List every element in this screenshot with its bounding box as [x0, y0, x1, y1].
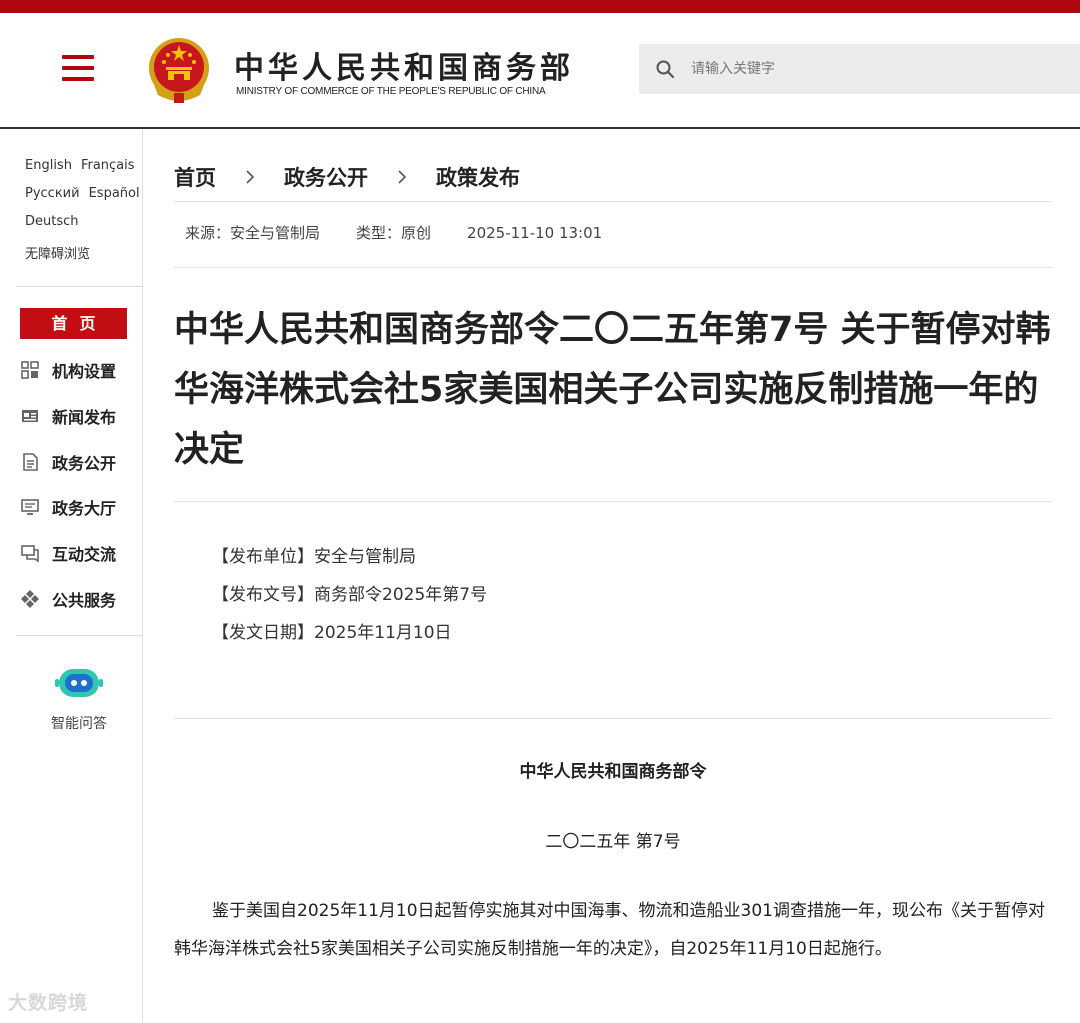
search-icon[interactable] [655, 59, 675, 79]
ai-assistant-label: 智能问答 [51, 716, 107, 732]
newspaper-icon [22, 410, 38, 422]
breadcrumb-policy-release[interactable]: 政策发布 [436, 162, 520, 192]
info-divider [174, 718, 1052, 719]
breadcrumb: 首页 政务公开 政策发布 [174, 162, 520, 192]
meta-type: 类型：原创 [356, 224, 432, 242]
lang-german-link[interactable]: Deutsch [25, 214, 79, 229]
sidebar-item-label: 互动交流 [52, 545, 117, 564]
sidebar-home-button[interactable]: 首页 [20, 308, 127, 339]
service-icon [21, 590, 39, 608]
sidebar-item-label: 机构设置 [52, 362, 117, 381]
national-emblem-icon [149, 38, 209, 103]
language-row-2: Русский Español [25, 186, 149, 201]
chat-icon [21, 545, 39, 563]
site-header: 中华人民共和国商务部 MINISTRY OF COMMERCE OF THE P… [0, 13, 1080, 129]
sidebar: English Français Русский Español Deutsch 无… [0, 130, 143, 1023]
lang-english-link[interactable]: English [25, 158, 72, 173]
meta-divider [174, 267, 1052, 268]
grid-icon [21, 361, 39, 379]
sidebar-item-service-hall[interactable]: 政务大厅 [20, 494, 116, 520]
document-issuer-heading: 中华人民共和国商务部令 [519, 762, 707, 782]
robot-icon [55, 669, 103, 697]
sidebar-item-organization[interactable]: 机构设置 [20, 357, 116, 383]
article-body-paragraph: 鉴于美国自2025年11月10日起暂停实施其对中国海事、物流和造船业301调查措… [174, 901, 1045, 959]
meta-datetime: 2025-11-10 13:01 [467, 224, 603, 242]
top-red-bar [0, 0, 1080, 13]
sidebar-item-news[interactable]: 新闻发布 [20, 403, 116, 429]
main-content: 首页 政务公开 政策发布 来源：安全与管制局 类型：原创 2025-11-10 13… [174, 130, 1052, 1023]
breadcrumb-divider [174, 201, 1052, 202]
document-icon [23, 453, 38, 471]
info-document-number: 【发布文号】商务部令2025年第7号 [212, 585, 488, 605]
search-input[interactable] [691, 56, 1061, 82]
breadcrumb-government-affairs[interactable]: 政务公开 [284, 162, 368, 192]
sidebar-item-public-service[interactable]: 公共服务 [20, 586, 116, 612]
lang-french-link[interactable]: Français [81, 158, 135, 173]
meta-source: 来源：安全与管制局 [185, 224, 321, 242]
chevron-right-icon [398, 170, 407, 184]
accessibility-link[interactable]: 无障碍浏览 [25, 247, 90, 262]
watermark-text: 大数跨境 [8, 992, 89, 1014]
language-row-3: Deutsch [25, 214, 88, 229]
monitor-icon [21, 499, 39, 515]
accessibility-row: 无障碍浏览 [25, 243, 99, 262]
sidebar-item-label: 新闻发布 [52, 408, 117, 427]
search-box [639, 44, 1080, 94]
article-meta: 来源：安全与管制局 类型：原创 2025-11-10 13:01 [185, 222, 638, 243]
hamburger-menu-icon[interactable] [60, 53, 96, 83]
sidebar-divider [16, 635, 142, 636]
chevron-right-icon [246, 170, 255, 184]
document-number-heading: 二〇二五年 第7号 [545, 832, 681, 852]
language-row-1: English Français [25, 158, 144, 173]
lang-spanish-link[interactable]: Español [89, 186, 140, 201]
sidebar-item-label: 公共服务 [52, 591, 117, 610]
sidebar-item-label: 政务大厅 [52, 499, 117, 518]
title-divider [174, 501, 1052, 502]
lang-russian-link[interactable]: Русский [25, 186, 80, 201]
article-title: 中华人民共和国商务部令二〇二五年第7号 关于暂停对韩华海洋株式会社5家美国相关子… [174, 310, 1051, 470]
info-issue-date: 【发文日期】2025年11月10日 [212, 623, 452, 643]
site-title: 中华人民共和国商务部 [234, 51, 574, 86]
ai-assistant-button[interactable]: 智能问答 [44, 665, 114, 735]
breadcrumb-home[interactable]: 首页 [174, 162, 216, 192]
sidebar-divider [16, 286, 142, 287]
info-issuer: 【发布单位】安全与管制局 [212, 547, 416, 567]
site-subtitle: MINISTRY OF COMMERCE OF THE PEOPLE'S REP… [236, 86, 546, 97]
sidebar-item-label: 政务公开 [52, 454, 117, 473]
sidebar-item-government-affairs[interactable]: 政务公开 [20, 449, 116, 475]
sidebar-item-interaction[interactable]: 互动交流 [20, 540, 116, 566]
